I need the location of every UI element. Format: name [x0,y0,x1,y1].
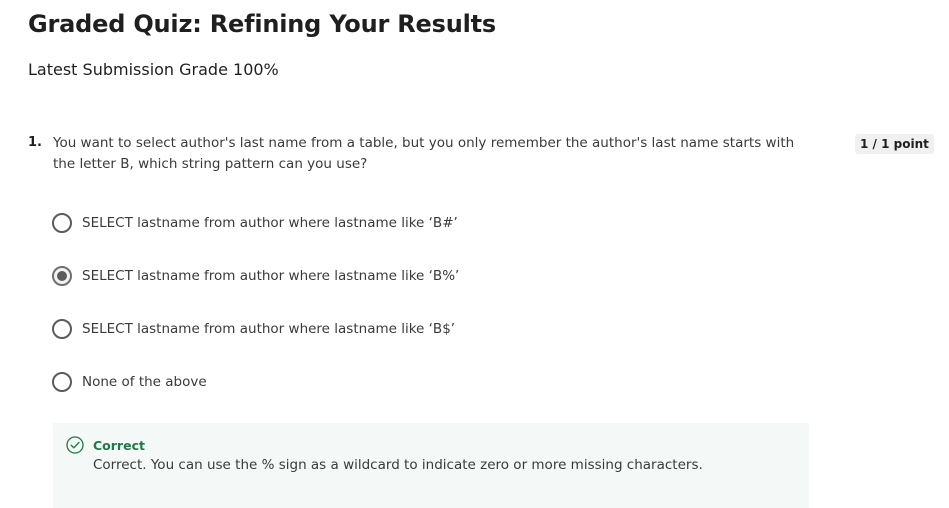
points-badge: 1 / 1 point [855,134,934,154]
check-circle-icon [66,436,84,454]
option-label: SELECT lastname from author where lastna… [82,268,460,284]
option-label: SELECT lastname from author where lastna… [82,321,456,337]
option-label: None of the above [82,374,207,390]
question-number: 1. [28,135,42,150]
submission-grade: Latest Submission Grade 100% [28,60,279,79]
question-text: You want to select author's last name fr… [53,135,795,172]
feedback-text: Correct. You can use the % sign as a wil… [93,457,703,473]
answer-option-4[interactable]: None of the above [52,371,207,393]
radio-button[interactable] [52,372,72,392]
answer-option-1[interactable]: SELECT lastname from author where lastna… [52,212,458,234]
quiz-page: Graded Quiz: Refining Your Results Lates… [0,0,949,508]
feedback-box: Correct Correct. You can use the % sign … [53,423,809,508]
answer-option-2[interactable]: SELECT lastname from author where lastna… [52,265,459,287]
radio-button[interactable] [52,319,72,339]
option-label: SELECT lastname from author where lastna… [82,215,458,231]
answer-option-3[interactable]: SELECT lastname from author where lastna… [52,318,455,340]
radio-button[interactable] [52,213,72,233]
feedback-title: Correct [93,438,145,453]
radio-dot [57,271,67,281]
radio-button-selected[interactable] [52,266,72,286]
page-title: Graded Quiz: Refining Your Results [28,10,496,38]
